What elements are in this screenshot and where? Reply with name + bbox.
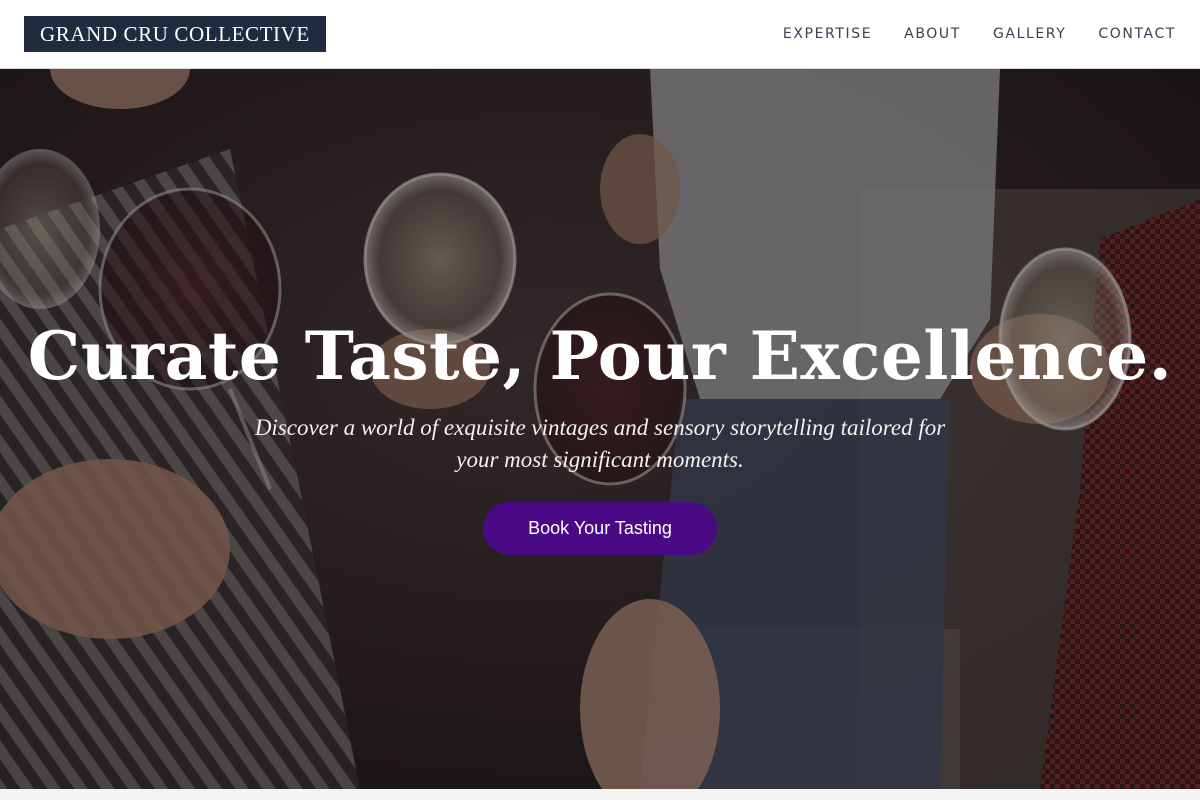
nav-link-contact[interactable]: CONTACT	[1098, 26, 1176, 42]
hero-title: Curate Taste, Pour Excellence.	[27, 317, 1173, 395]
page-bottom-strip	[0, 789, 1200, 800]
hero-subtitle: Discover a world of exquisite vintages a…	[254, 415, 946, 472]
site-logo[interactable]: GRAND CRU COLLECTIVE	[24, 16, 326, 52]
book-tasting-button[interactable]: Book Your Tasting	[483, 502, 717, 555]
nav-link-expertise[interactable]: EXPERTISE	[783, 26, 872, 42]
site-header: GRAND CRU COLLECTIVE EXPERTISE ABOUT GAL…	[0, 0, 1200, 69]
hero-section: Curate Taste, Pour Excellence. Discover …	[0, 69, 1200, 789]
nav-link-gallery[interactable]: GALLERY	[993, 26, 1066, 42]
nav-link-about[interactable]: ABOUT	[904, 26, 961, 42]
main-nav: EXPERTISE ABOUT GALLERY CONTACT	[751, 0, 1176, 68]
